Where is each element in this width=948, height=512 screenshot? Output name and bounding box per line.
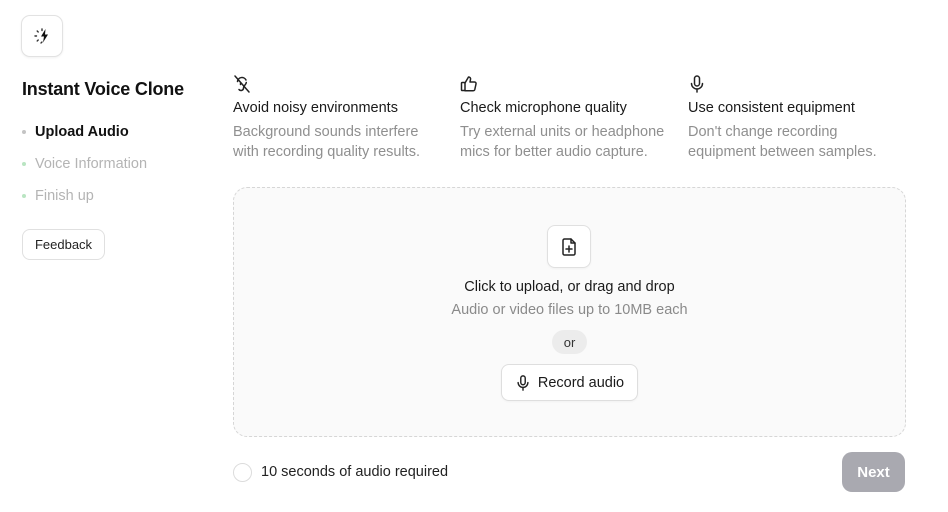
page-title: Instant Voice Clone: [22, 79, 184, 99]
step-upload-audio[interactable]: Upload Audio: [22, 116, 147, 148]
upload-button[interactable]: [547, 225, 591, 268]
step-finish-up[interactable]: Finish up: [22, 180, 147, 212]
step-label: Finish up: [35, 188, 94, 204]
upload-title: Click to upload, or drag and drop: [464, 279, 675, 295]
next-button[interactable]: Next: [842, 452, 905, 492]
upload-subtitle: Audio or video files up to 10MB each: [451, 302, 688, 318]
step-voice-information[interactable]: Voice Information: [22, 148, 147, 180]
step-label: Voice Information: [35, 156, 148, 172]
mic-icon: [517, 374, 529, 391]
tip-description-line: with recording quality results.: [233, 144, 420, 160]
tip-title: Check microphone quality: [460, 100, 627, 116]
record-audio-button[interactable]: Record audio: [501, 364, 638, 401]
tip-description-line: Try external units or headphone: [460, 124, 665, 140]
step-dot: [22, 194, 26, 198]
loading-bolt-icon: [34, 28, 48, 44]
tip-equipment: Use consistent equipment Don't change re…: [688, 74, 908, 162]
step-dot: [22, 130, 26, 134]
logo-button[interactable]: [21, 15, 63, 57]
file-plus-icon: [562, 237, 576, 256]
progress-ring-icon: [233, 462, 252, 482]
tip-description-line: Don't change recording: [688, 124, 838, 140]
feedback-button[interactable]: Feedback: [22, 229, 105, 260]
tip-title: Avoid noisy environments: [233, 100, 398, 116]
tip-description-line: mics for better audio capture.: [460, 144, 648, 160]
tip-description: Don't change recording equipment between…: [688, 122, 908, 162]
mic-icon: [690, 75, 704, 93]
tip-noise: Avoid noisy environments Background soun…: [233, 74, 453, 162]
audio-requirement: 10 seconds of audio required: [233, 462, 448, 482]
upload-dropzone[interactable]: Click to upload, or drag and drop Audio …: [233, 187, 906, 437]
step-dot: [22, 162, 26, 166]
ear-off-icon: [234, 75, 250, 93]
requirement-text: 10 seconds of audio required: [261, 464, 449, 480]
step-label: Upload Audio: [35, 124, 129, 140]
thumbs-up-icon: [460, 76, 477, 92]
tip-microphone: Check microphone quality Try external un…: [460, 74, 680, 162]
tip-description: Background sounds interfere with recordi…: [233, 122, 453, 162]
or-divider: or: [552, 330, 587, 354]
step-list: Upload Audio Voice Information Finish up: [22, 116, 147, 212]
tip-description: Try external units or headphone mics for…: [460, 122, 680, 162]
tip-title: Use consistent equipment: [688, 100, 855, 116]
record-audio-label: Record audio: [537, 374, 625, 391]
tip-description-line: Background sounds interfere: [233, 124, 419, 140]
tip-description-line: equipment between samples.: [688, 144, 877, 160]
